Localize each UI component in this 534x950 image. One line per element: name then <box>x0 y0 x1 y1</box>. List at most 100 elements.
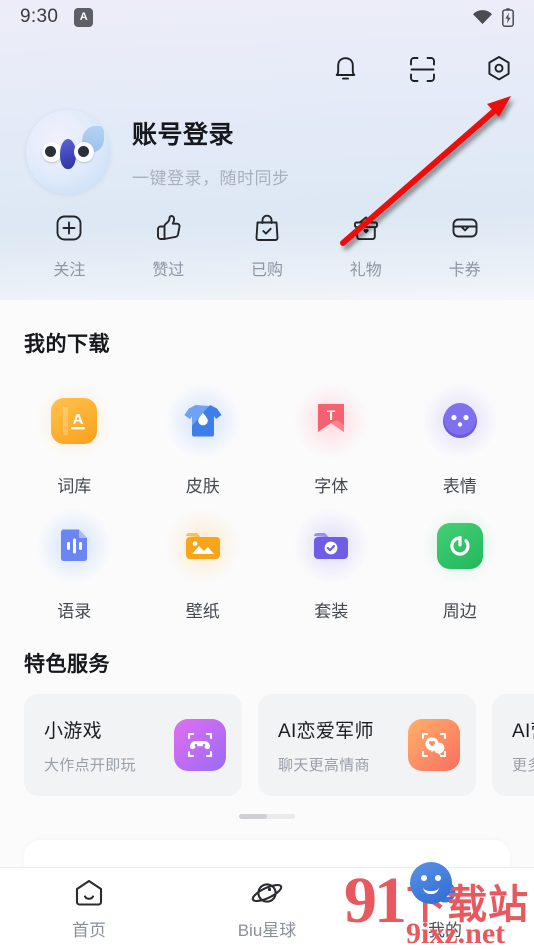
download-item-label: 字体 <box>314 477 349 496</box>
planet-icon <box>251 883 283 903</box>
avatar[interactable] <box>26 110 110 194</box>
main-content: 我的下载 A 词库 皮肤 T 字体 表情 语录 壁纸 套装 周边 特色服务 小游… <box>0 300 534 890</box>
featured-card-text: AI营销 更多营 <box>512 716 534 775</box>
download-item-quotes[interactable]: 语录 <box>10 497 139 622</box>
thumbs-up-icon <box>157 215 181 240</box>
settings-hexagon-icon <box>488 56 510 81</box>
quick-action-label: 关注 <box>53 262 86 279</box>
quick-action-gifts[interactable]: 礼物 <box>316 212 415 280</box>
status-bar-time: 9:30 <box>20 6 59 27</box>
profile-face-icon <box>434 881 456 903</box>
svg-text:T: T <box>327 407 336 423</box>
featured-card-title: 小游戏 <box>44 720 102 742</box>
quick-action-coupons[interactable]: 卡券 <box>415 212 514 280</box>
profile-title: 账号登录 <box>132 121 235 149</box>
quick-action-follow[interactable]: 关注 <box>20 212 119 280</box>
notifications-button[interactable] <box>328 52 362 86</box>
quick-action-purchased[interactable]: 已购 <box>218 212 317 280</box>
profile-text-block: 账号登录 一键登录，随时同步 <box>132 115 290 189</box>
bird-eye-left <box>41 141 62 162</box>
dictionary-glyph: A <box>63 407 86 435</box>
icon-halo <box>294 509 369 583</box>
quick-action-label: 赞过 <box>152 262 185 279</box>
download-item-label: 语录 <box>57 602 92 621</box>
scroll-track[interactable] <box>239 814 295 819</box>
profile-subtitle: 一键登录，随时同步 <box>132 169 290 188</box>
header-actions <box>328 52 516 86</box>
battery-charging-icon <box>502 7 514 27</box>
download-item-label: 词库 <box>57 477 92 496</box>
gift-box-icon <box>353 216 378 241</box>
settings-button[interactable] <box>482 52 516 86</box>
app-screen: 9:30 A 账号登录 一键登录，随时同步 关注 赞过 已购 礼物 卡券 我的下… <box>0 0 534 950</box>
status-bar-right-icons <box>472 7 514 27</box>
scroll-thumb[interactable] <box>239 814 267 819</box>
nav-item-label: 首页 <box>72 921 106 940</box>
featured-card-ai-marketing[interactable]: AI营销 更多营 <box>492 694 534 796</box>
wallpaper-folder-icon <box>185 533 220 559</box>
icon-halo <box>37 509 112 583</box>
bag-check-icon <box>255 214 279 241</box>
chat-heart-glyph <box>421 732 447 758</box>
wifi-icon <box>473 10 492 24</box>
featured-card-mini-games[interactable]: 小游戏 大作点开即玩 <box>24 694 242 796</box>
nav-item-biu-planet[interactable]: Biu星球 <box>178 877 356 941</box>
quick-action-liked[interactable]: 赞过 <box>119 212 218 280</box>
profile-login-row[interactable]: 账号登录 一键登录，随时同步 <box>0 110 534 194</box>
download-item-emoji[interactable]: 表情 <box>396 372 525 497</box>
icon-halo: T <box>294 384 369 458</box>
download-item-wallpaper[interactable]: 壁纸 <box>139 497 268 622</box>
bird-eye-right <box>74 141 95 162</box>
status-bar: 9:30 A <box>0 0 534 34</box>
download-item-label: 套装 <box>314 602 349 621</box>
download-item-dictionary[interactable]: A 词库 <box>10 372 139 497</box>
peripheral-power-icon <box>436 523 483 569</box>
bottom-navigation: 首页 Biu星球 我的 <box>0 867 534 950</box>
icon-halo <box>422 384 497 458</box>
download-item-peripherals[interactable]: 周边 <box>396 497 525 622</box>
quick-action-label: 礼物 <box>349 262 382 279</box>
scan-button[interactable] <box>405 52 439 86</box>
download-item-label: 表情 <box>442 477 477 496</box>
icon-halo: A <box>37 384 112 458</box>
downloads-section-title: 我的下载 <box>24 333 110 356</box>
scan-icon <box>409 56 435 82</box>
suite-folder-check-icon <box>314 533 349 559</box>
download-item-label: 周边 <box>442 602 477 621</box>
gamepad-glyph <box>187 732 213 758</box>
home-icon <box>75 879 103 906</box>
quick-actions-row: 关注 赞过 已购 礼物 卡券 <box>0 212 534 280</box>
icon-halo <box>422 509 497 583</box>
featured-scroll-indicator[interactable] <box>0 814 534 819</box>
download-item-skin[interactable]: 皮肤 <box>139 372 268 497</box>
featured-card-title: AI营销 <box>512 720 534 742</box>
download-item-suite[interactable]: 套装 <box>267 497 396 622</box>
chat-heart-icon <box>408 719 460 771</box>
featured-card-text: 小游戏 大作点开即玩 <box>44 716 136 775</box>
featured-card-subtitle: 大作点开即玩 <box>44 756 136 774</box>
font-bookmark-icon: T <box>318 404 345 432</box>
plus-square-icon <box>56 215 82 241</box>
gamepad-icon <box>174 719 226 771</box>
svg-text:A: A <box>73 411 84 428</box>
featured-card-subtitle: 聊天更高情商 <box>278 756 370 774</box>
downloads-grid: A 词库 皮肤 T 字体 表情 语录 壁纸 套装 周边 <box>0 358 534 622</box>
dictionary-icon: A <box>51 398 98 444</box>
featured-card-text: AI恋爱军师 聊天更高情商 <box>278 716 374 775</box>
power-glyph <box>450 535 470 556</box>
nav-item-label: 我的 <box>428 921 462 940</box>
icon-halo <box>165 509 240 583</box>
card-wallet-icon <box>452 218 478 238</box>
featured-card-title: AI恋爱军师 <box>278 720 374 742</box>
nav-item-home[interactable]: 首页 <box>0 877 178 941</box>
quick-action-label: 卡券 <box>448 262 481 279</box>
featured-cards-scroller[interactable]: 小游戏 大作点开即玩 AI恋爱军师 聊天更高情商 AI 更 <box>0 678 534 796</box>
tshirt-icon <box>184 405 222 437</box>
nav-item-mine[interactable]: 我的 <box>356 877 534 941</box>
download-item-font[interactable]: T 字体 <box>267 372 396 497</box>
icon-halo <box>165 384 240 458</box>
quote-document-icon <box>61 529 88 561</box>
status-bar-badge-letter: A <box>79 10 88 23</box>
featured-section-title: 特色服务 <box>24 653 110 676</box>
featured-card-ai-love-advisor[interactable]: AI恋爱军师 聊天更高情商 <box>258 694 476 796</box>
